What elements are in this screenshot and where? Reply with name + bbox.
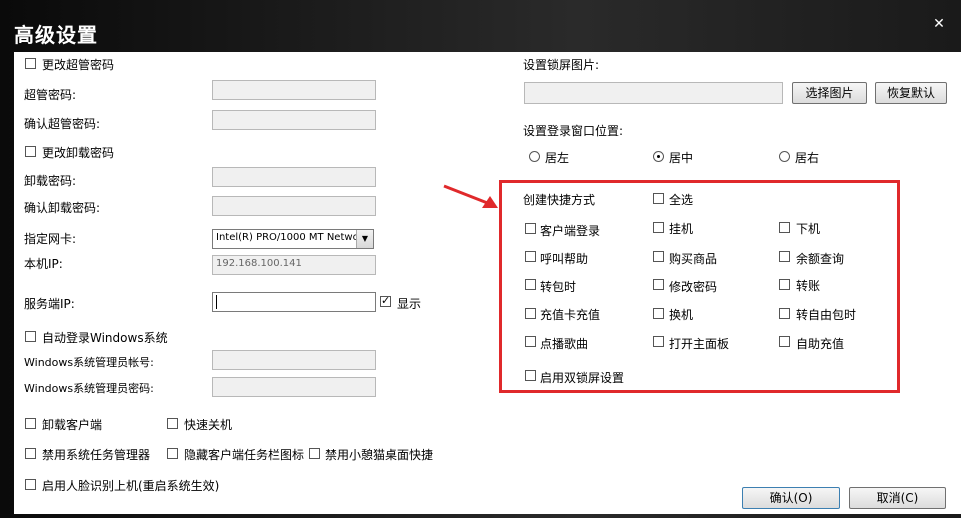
lock-image-path-field[interactable] xyxy=(524,82,783,104)
server-ip-field[interactable] xyxy=(212,292,376,312)
face-login-label: 启用人脸识别上机(重启系统生效) xyxy=(42,479,220,493)
restore-default-button[interactable]: 恢复默认 xyxy=(875,82,947,104)
win-admin-account-label: Windows系统管理员帐号: xyxy=(24,356,154,369)
close-icon[interactable]: ✕ xyxy=(924,13,954,35)
change-admin-pwd-label: 更改超管密码 xyxy=(42,58,115,72)
confirm-admin-pwd-label: 确认超管密码: xyxy=(24,117,101,131)
server-ip-label: 服务端IP: xyxy=(24,297,75,311)
choose-image-button[interactable]: 选择图片 xyxy=(792,82,867,104)
disable-xiaoxiongmao-checkbox[interactable] xyxy=(309,448,320,459)
admin-pwd-field[interactable] xyxy=(212,80,376,100)
cancel-button[interactable]: 取消(C) xyxy=(849,487,946,509)
pos-left-radio[interactable] xyxy=(529,151,540,162)
disable-xiaoxiongmao-label: 禁用小憩猫桌面快捷 xyxy=(325,448,434,462)
confirm-uninstall-pwd-field[interactable] xyxy=(212,196,376,216)
win-admin-pwd-label: Windows系统管理员密码: xyxy=(24,382,154,395)
win-admin-pwd-field[interactable] xyxy=(212,377,376,397)
ok-button[interactable]: 确认(O) xyxy=(742,487,840,509)
advanced-settings-window: 高级设置 ✕ 更改超管密码 超管密码: 确认超管密码: 更改卸载密码 卸载密码:… xyxy=(0,0,961,518)
disable-task-mgr-checkbox[interactable] xyxy=(25,448,36,459)
change-admin-pwd-checkbox[interactable] xyxy=(25,58,36,69)
text-cursor xyxy=(216,295,217,309)
show-checkbox[interactable] xyxy=(380,294,391,307)
change-uninstall-pwd-label: 更改卸载密码 xyxy=(42,146,115,160)
nic-select[interactable]: Intel(R) PRO/1000 MT Networ ▼ xyxy=(212,229,374,249)
pos-right-label: 居右 xyxy=(795,151,820,165)
uninstall-client-label: 卸载客户端 xyxy=(42,418,103,432)
auto-login-windows-checkbox[interactable] xyxy=(25,331,36,342)
pos-left-label: 居左 xyxy=(545,151,570,165)
uninstall-pwd-field[interactable] xyxy=(212,167,376,187)
login-pos-label: 设置登录窗口位置: xyxy=(523,124,624,138)
uninstall-client-checkbox[interactable] xyxy=(25,418,36,429)
change-uninstall-pwd-checkbox[interactable] xyxy=(25,146,36,157)
lock-image-label: 设置锁屏图片: xyxy=(523,58,600,72)
pos-right-radio[interactable] xyxy=(779,151,790,162)
disable-task-mgr-label: 禁用系统任务管理器 xyxy=(42,448,151,462)
shortcut-highlight-box xyxy=(499,180,900,393)
fast-shutdown-label: 快速关机 xyxy=(184,418,233,432)
uninstall-pwd-label: 卸载密码: xyxy=(24,174,77,188)
local-ip-label: 本机IP: xyxy=(24,257,63,271)
pos-center-label: 居中 xyxy=(669,151,694,165)
local-ip-field: 192.168.100.141 xyxy=(212,255,376,275)
face-login-checkbox[interactable] xyxy=(25,479,36,490)
auto-login-windows-label: 自动登录Windows系统 xyxy=(42,331,168,345)
confirm-admin-pwd-field[interactable] xyxy=(212,110,376,130)
confirm-uninstall-pwd-label: 确认卸载密码: xyxy=(24,201,101,215)
admin-pwd-label: 超管密码: xyxy=(24,88,77,102)
window-title: 高级设置 xyxy=(14,23,98,47)
nic-label: 指定网卡: xyxy=(24,232,77,246)
annotation-arrow-icon xyxy=(443,184,498,208)
hide-taskbar-icon-checkbox[interactable] xyxy=(167,448,178,459)
fast-shutdown-checkbox[interactable] xyxy=(167,418,178,429)
show-label: 显示 xyxy=(397,297,422,311)
title-bar: 高级设置 ✕ xyxy=(0,0,961,52)
nic-select-value: Intel(R) PRO/1000 MT Networ xyxy=(216,232,363,243)
hide-taskbar-icon-label: 隐藏客户端任务栏图标 xyxy=(184,448,305,462)
chevron-down-icon[interactable]: ▼ xyxy=(356,230,373,248)
win-admin-account-field[interactable] xyxy=(212,350,376,370)
pos-center-radio[interactable] xyxy=(653,151,664,162)
